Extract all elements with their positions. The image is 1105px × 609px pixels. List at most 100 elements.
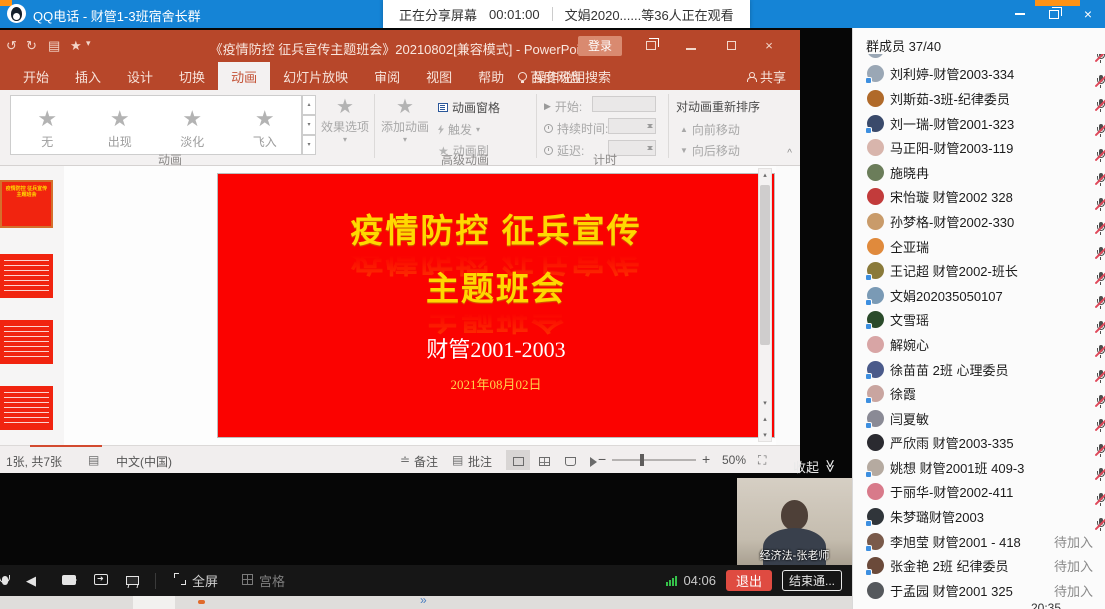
duration-spinner[interactable]	[608, 118, 656, 134]
screen-share-button[interactable]	[94, 572, 108, 590]
gallery-more-icon[interactable]: ▾	[302, 135, 316, 155]
previous-slide-icon[interactable]: ▴	[759, 415, 771, 423]
member-row[interactable]: 张金艳 2班 纪律委员 待加入	[853, 553, 1105, 578]
member-row[interactable]: 徐苗苗 2班 心理委员	[853, 357, 1105, 382]
tab-动画[interactable]: 动画	[218, 62, 270, 90]
login-button[interactable]: 登录	[578, 36, 622, 56]
gallery-scroll[interactable]: ▴ ▾ ▾	[302, 95, 316, 155]
notes-page-icon[interactable]: ▤	[88, 453, 99, 467]
zoom-level[interactable]: 50%	[722, 453, 746, 467]
ribbon-display-icon[interactable]	[636, 36, 666, 56]
effect-options-label: 效果选项	[321, 118, 369, 135]
tab-设计[interactable]: 设计	[114, 62, 166, 90]
trigger-button[interactable]: 触发 ▾	[438, 121, 480, 138]
zoom-in-icon[interactable]: +	[702, 451, 710, 467]
collapse-ribbon-icon[interactable]: ^	[787, 148, 792, 159]
member-row[interactable]: 仝亚瑞	[853, 234, 1105, 259]
ppt-close-icon[interactable]: ×	[754, 36, 784, 56]
zoom-out-icon[interactable]: −	[598, 451, 606, 467]
gallery-up-icon[interactable]: ▴	[302, 95, 316, 115]
fullscreen-label[interactable]: 全屏	[192, 571, 218, 590]
animation-effect-出现[interactable]: ★出现	[84, 96, 157, 154]
slide-thumbnail-panel: 疫情防控 征兵宣传主题班会	[0, 166, 64, 445]
avatar	[867, 164, 884, 181]
member-row[interactable]: 朱梦璐财管2003	[853, 504, 1105, 529]
grid-view-label[interactable]: 宫格	[259, 571, 285, 590]
member-row[interactable]: 严欣雨 财管2003-335	[853, 431, 1105, 456]
reading-view-button[interactable]	[558, 450, 582, 470]
avatar	[867, 361, 884, 378]
gallery-down-icon[interactable]: ▾	[302, 115, 316, 135]
tab-审阅[interactable]: 审阅	[361, 62, 413, 90]
member-row[interactable]: 文雪瑶	[853, 308, 1105, 333]
fullscreen-button[interactable]	[174, 572, 186, 590]
member-row[interactable]: 孙梦格-财管2002-330	[853, 209, 1105, 234]
member-row[interactable]: 徐霞	[853, 381, 1105, 406]
animation-effect-飞入[interactable]: ★飞入	[229, 96, 302, 154]
notes-toggle[interactable]: 备注	[414, 453, 438, 470]
member-row[interactable]: 马正阳-财管2003-119	[853, 135, 1105, 160]
member-row[interactable]: 闫夏敏	[853, 406, 1105, 431]
member-row[interactable]	[853, 54, 1105, 62]
video-feed[interactable]: 经济法-张老师	[737, 478, 852, 566]
next-slide-icon[interactable]: ▾	[759, 431, 771, 439]
microphone-button[interactable]	[2, 572, 8, 590]
grid-view-button[interactable]	[242, 572, 253, 590]
ppt-maximize-icon[interactable]	[716, 36, 746, 56]
member-row[interactable]: 解婉心	[853, 332, 1105, 357]
tab-视图[interactable]: 视图	[413, 62, 465, 90]
member-row[interactable]: 李旭莹 财管2001 - 418 待加入	[853, 529, 1105, 554]
collapse-video-button[interactable]: 收起 ≫	[793, 456, 852, 476]
member-row[interactable]: 宋怡璇 财管2002 328	[853, 185, 1105, 210]
tell-me-search[interactable]: 操作说明搜索	[518, 62, 611, 90]
camera-button[interactable]	[62, 572, 76, 590]
animation-pane-button[interactable]: 动画窗格	[438, 99, 500, 116]
slide-thumbnail-4[interactable]	[0, 386, 53, 430]
end-call-button[interactable]: 结束通...	[782, 570, 842, 591]
animation-effect-无[interactable]: ★无	[11, 96, 84, 154]
fit-to-window-icon[interactable]: ⛶	[758, 453, 766, 468]
tab-插入[interactable]: 插入	[62, 62, 114, 90]
ppt-minimize-icon[interactable]	[676, 36, 706, 56]
member-row[interactable]: 刘一瑞-财管2001-323	[853, 111, 1105, 136]
comments-toggle[interactable]: 批注	[468, 453, 492, 470]
normal-view-button[interactable]	[506, 450, 530, 470]
scroll-down-icon[interactable]: ▾	[759, 399, 771, 407]
member-row[interactable]: 于孟园 财管2001 325 待加入	[853, 578, 1105, 602]
slide-thumbnail-1[interactable]: 疫情防控 征兵宣传主题班会	[0, 180, 53, 228]
member-row[interactable]: 施晓冉	[853, 160, 1105, 185]
close-button[interactable]: ×	[1071, 0, 1105, 28]
move-earlier-button[interactable]: ▲ 向前移动	[680, 121, 740, 138]
member-row[interactable]: 姚想 财管2001班 409-3	[853, 455, 1105, 480]
scroll-up-icon[interactable]: ▴	[759, 171, 771, 179]
slide-thumbnail-3[interactable]	[0, 320, 53, 364]
tab-幻灯片放映[interactable]: 幻灯片放映	[270, 62, 361, 90]
slide-sorter-view-button[interactable]	[532, 450, 556, 470]
start-dropdown[interactable]	[592, 96, 656, 112]
tab-帮助[interactable]: 帮助	[465, 62, 517, 90]
slide-scrollbar[interactable]: ▴ ▾ ▴ ▾	[758, 168, 772, 442]
member-row[interactable]: 刘利婷-财管2003-334	[853, 62, 1105, 87]
zoom-slider-track[interactable]	[612, 459, 696, 461]
animation-effect-淡化[interactable]: ★淡化	[156, 96, 229, 154]
language-status[interactable]: 中文(中国)	[116, 453, 172, 470]
member-row[interactable]: 文娟202035050107	[853, 283, 1105, 308]
restore-button[interactable]	[1037, 0, 1071, 28]
scrollbar-thumb[interactable]	[760, 185, 770, 345]
slide-thumbnail-2[interactable]	[0, 254, 53, 298]
share-button[interactable]: 共享	[747, 62, 786, 90]
exit-button[interactable]: 退出	[726, 570, 772, 591]
zoom-slider-handle[interactable]	[640, 454, 644, 466]
effect-options-button[interactable]: ★ 效果选项 ▾	[320, 96, 370, 144]
current-slide[interactable]: 疫情防控 征兵宣传 疫情防控 征兵宣传 主题班会 主题班会 财管2001-200…	[218, 174, 774, 437]
minimize-button[interactable]	[1003, 0, 1037, 28]
move-later-button[interactable]: ▼ 向后移动	[680, 142, 740, 159]
member-row[interactable]: 刘斯茹-3班-纪律委员	[853, 86, 1105, 111]
member-row[interactable]: 王记超 财管2002-班长	[853, 258, 1105, 283]
add-animation-button[interactable]: ★ 添加动画 ▾	[380, 96, 430, 144]
tab-开始[interactable]: 开始	[10, 62, 62, 90]
member-row[interactable]: 于丽华-财管2002-411	[853, 480, 1105, 505]
tab-切换[interactable]: 切换	[166, 62, 218, 90]
speaker-button[interactable]: ◀	[26, 573, 36, 589]
whiteboard-button[interactable]	[126, 572, 139, 590]
